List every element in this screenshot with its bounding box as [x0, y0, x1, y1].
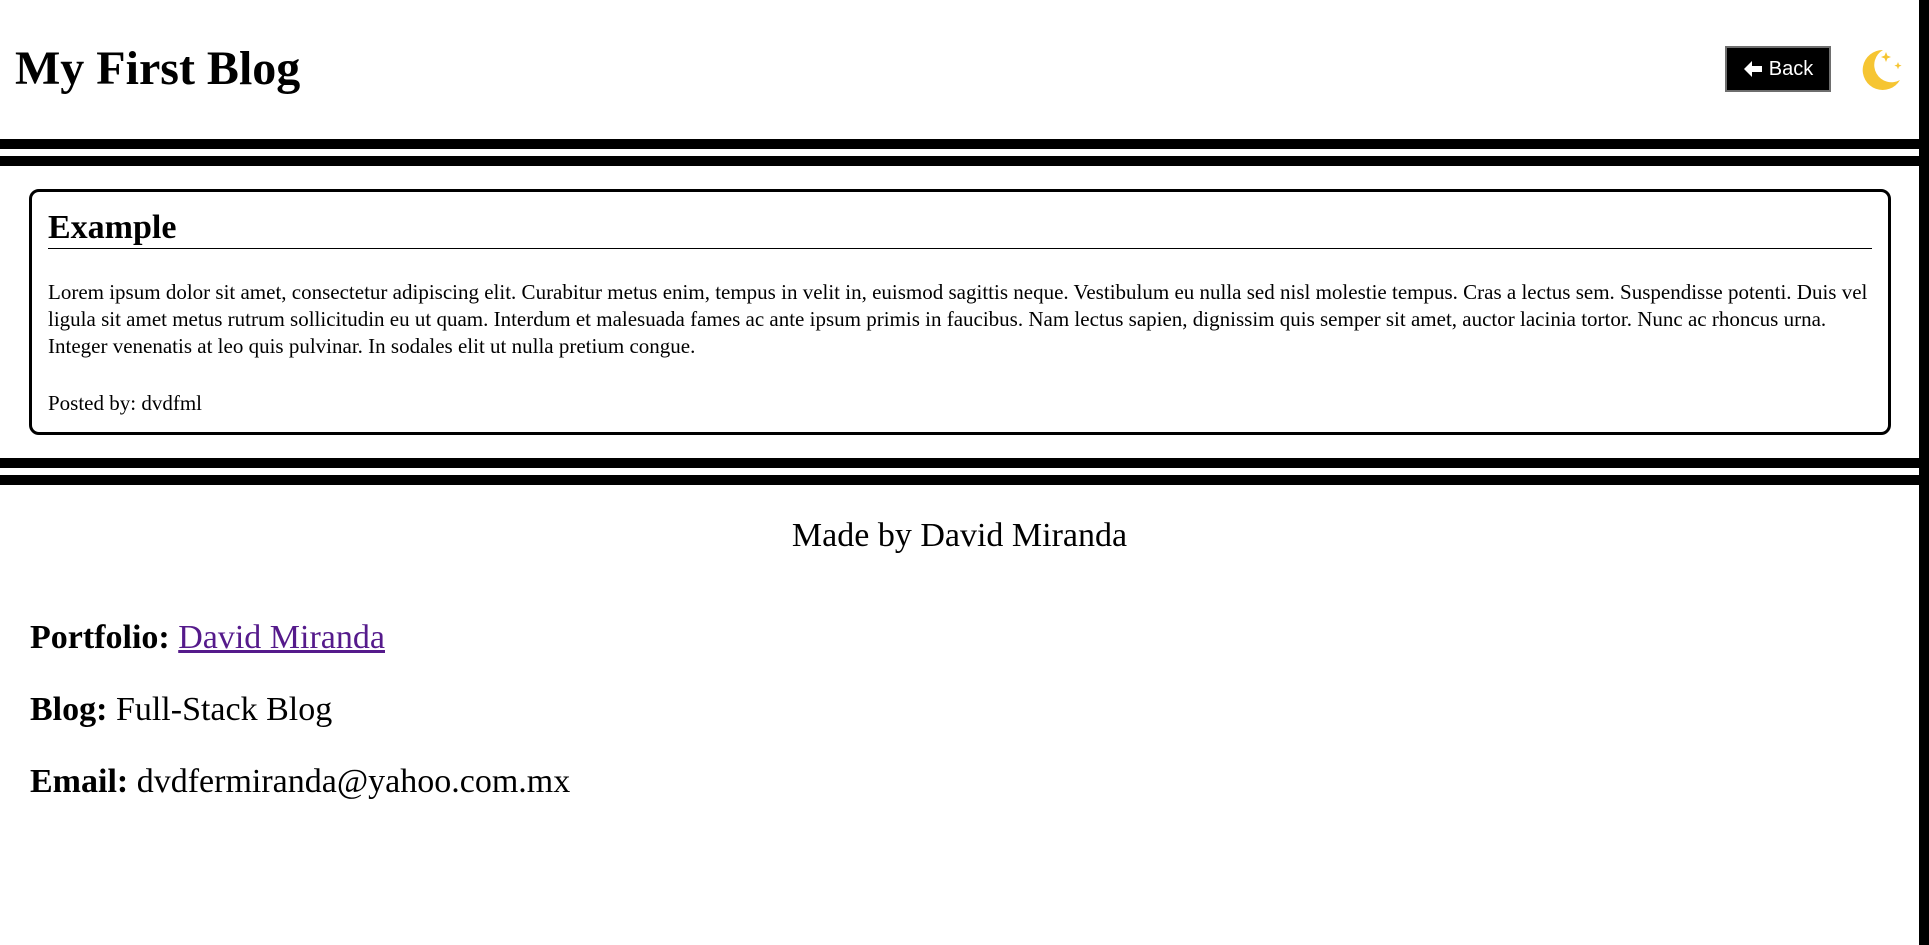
email-label: Email:	[30, 763, 129, 800]
post-title: Example	[48, 208, 1872, 249]
portfolio-link[interactable]: David Miranda	[178, 619, 385, 656]
post-card: Example Lorem ipsum dolor sit amet, cons…	[29, 189, 1891, 435]
back-button-label: Back	[1768, 57, 1814, 80]
arrow-left-icon	[1743, 60, 1763, 78]
footer-divider-bottom	[0, 475, 1919, 485]
site-title: My First Blog	[15, 42, 301, 95]
email-line: Email: dvdfermiranda@yahoo.com.mx	[30, 759, 570, 805]
blog-value: Full-Stack Blog	[115, 691, 333, 728]
header-divider-top	[0, 139, 1919, 149]
post-author: Posted by: dvdfml	[48, 391, 203, 415]
blog-label: Blog:	[30, 691, 108, 728]
post-body: Lorem ipsum dolor sit amet, consectetur …	[48, 280, 1868, 358]
email-value: dvdfermiranda@yahoo.com.mx	[136, 763, 571, 800]
footer-credit: Made by David Miranda	[791, 517, 1128, 554]
back-button[interactable]: Back	[1725, 46, 1831, 92]
site-header: My First Blog Back	[0, 0, 1919, 138]
theme-toggle-moon-stars-icon[interactable]	[1856, 46, 1906, 94]
window-edge	[1919, 0, 1929, 945]
page: My First Blog Back Example Lorem ipsum d…	[0, 0, 1919, 945]
header-divider-bottom	[0, 156, 1919, 166]
footer-divider-top	[0, 458, 1919, 468]
portfolio-line: Portfolio: David Miranda	[30, 615, 385, 661]
blog-line: Blog: Full-Stack Blog	[30, 687, 332, 733]
portfolio-label: Portfolio:	[30, 619, 170, 656]
